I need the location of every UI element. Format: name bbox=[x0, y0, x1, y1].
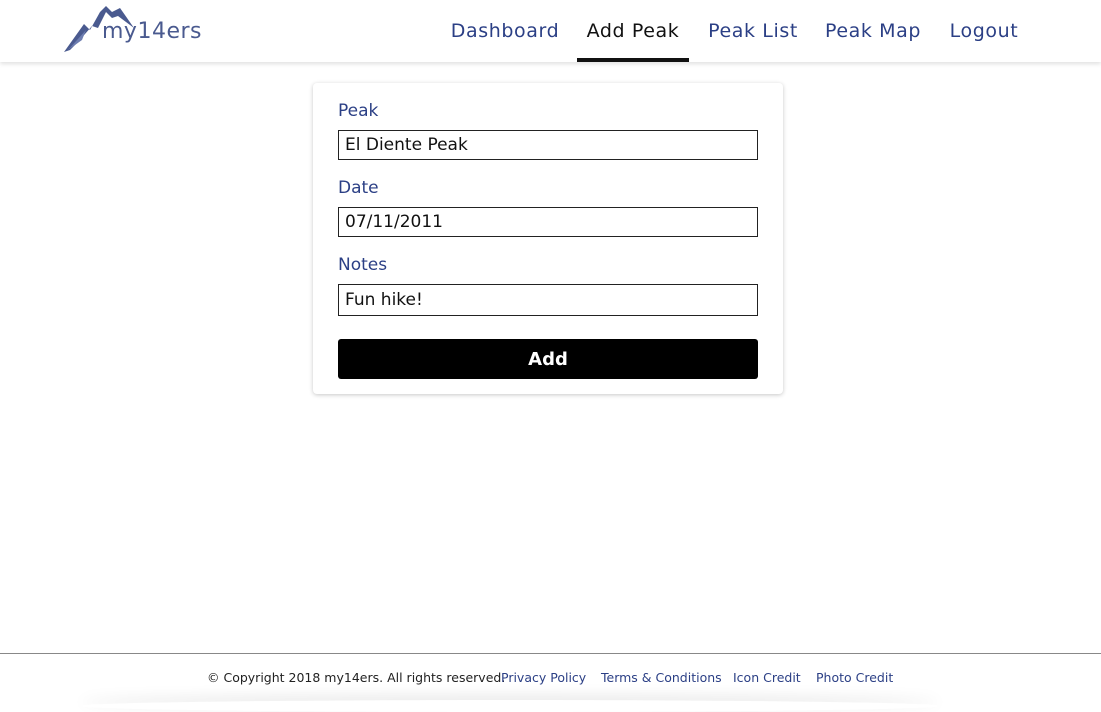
peak-label: Peak bbox=[338, 101, 379, 121]
add-peak-form-card: Peak Date Notes Add bbox=[313, 83, 783, 394]
add-button[interactable]: Add bbox=[338, 339, 758, 379]
nav-dashboard[interactable]: Dashboard bbox=[442, 0, 568, 62]
brand-logo[interactable]: my14ers bbox=[62, 2, 212, 54]
notes-label: Notes bbox=[338, 255, 388, 275]
nav-peak-map[interactable]: Peak Map bbox=[817, 0, 929, 62]
notes-input[interactable] bbox=[338, 284, 758, 316]
nav-logout[interactable]: Logout bbox=[941, 0, 1027, 62]
copyright-text: © Copyright 2018 my14ers. All rights res… bbox=[207, 670, 506, 685]
footer-shadow bbox=[80, 700, 940, 712]
icon-credit-link[interactable]: Icon Credit bbox=[733, 670, 801, 685]
nav-add-peak[interactable]: Add Peak bbox=[577, 0, 689, 62]
date-label: Date bbox=[338, 178, 379, 198]
top-navbar: my14ers Dashboard Add Peak Peak List Pea… bbox=[0, 0, 1101, 62]
footer-divider bbox=[0, 653, 1101, 654]
date-input[interactable] bbox=[338, 207, 758, 237]
privacy-policy-link[interactable]: Privacy Policy bbox=[501, 670, 586, 685]
nav-peak-list[interactable]: Peak List bbox=[700, 0, 806, 62]
logo-text: my14ers bbox=[102, 19, 202, 44]
peak-input[interactable] bbox=[338, 130, 758, 160]
terms-conditions-link[interactable]: Terms & Conditions bbox=[601, 670, 722, 685]
photo-credit-link[interactable]: Photo Credit bbox=[816, 670, 893, 685]
